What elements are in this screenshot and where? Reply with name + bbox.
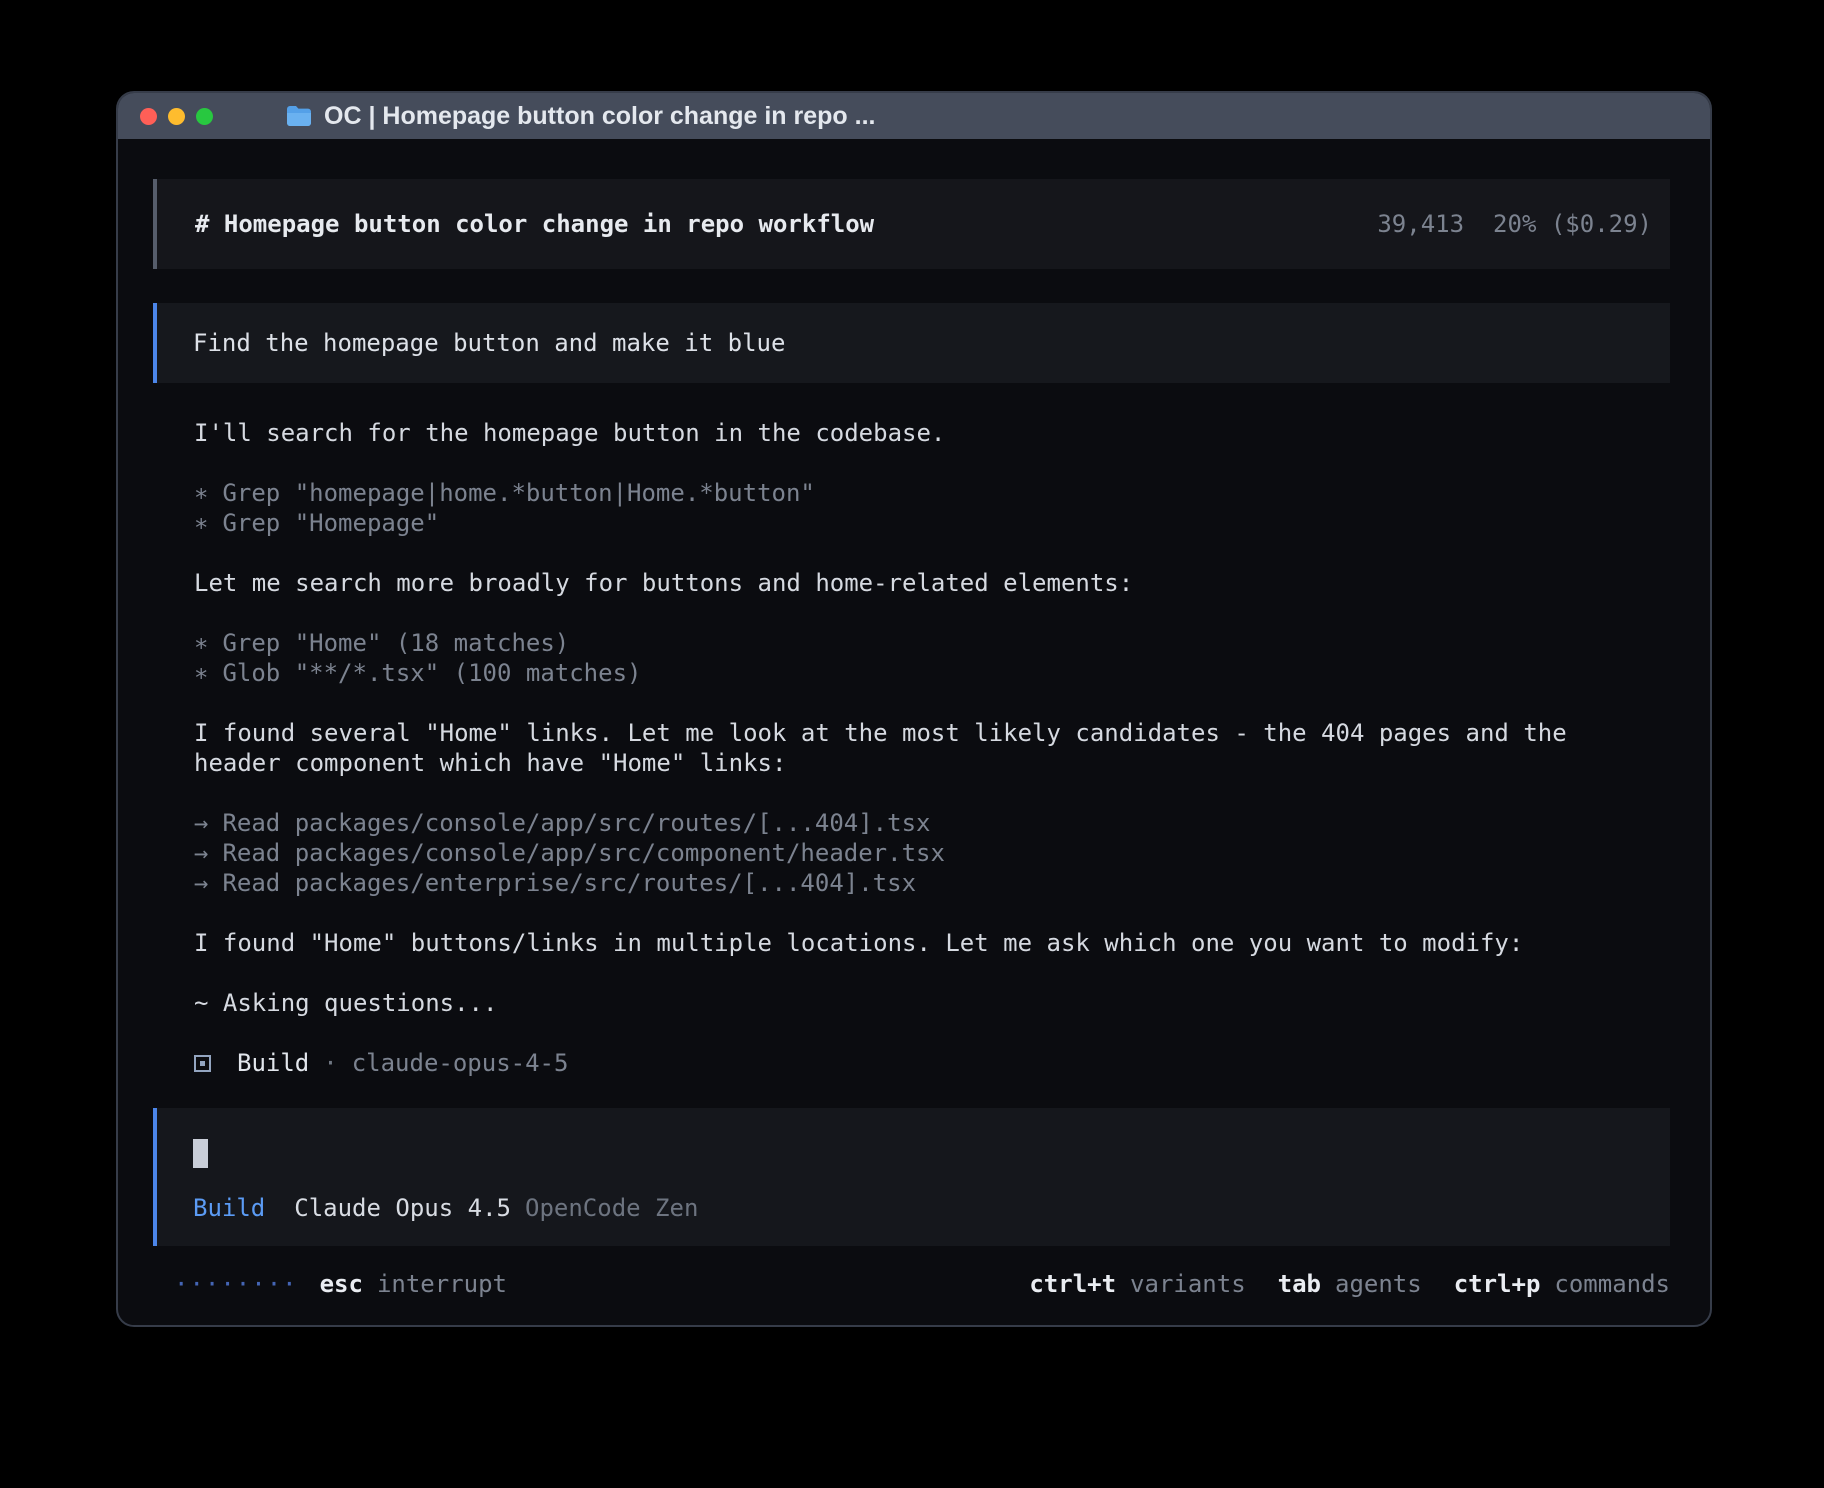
input-meta-row: Build Claude Opus 4.5 OpenCode Zen bbox=[193, 1193, 1634, 1223]
token-count: 39,413 bbox=[1377, 210, 1464, 238]
read-arrow-icon: → bbox=[194, 839, 208, 867]
agent-mode-label: Build bbox=[193, 1194, 265, 1222]
shortcut-label: agents bbox=[1335, 1270, 1422, 1298]
esc-key-label: interrupt bbox=[377, 1270, 507, 1298]
tool-call: ∗ Grep "homepage|home.*button|Home.*butto… bbox=[194, 478, 1634, 508]
session-header: # Homepage button color change in repo w… bbox=[153, 179, 1670, 269]
terminal-window: OC | Homepage button color change in rep… bbox=[116, 91, 1712, 1327]
tool-call: → Read packages/console/app/src/component… bbox=[194, 838, 1634, 868]
assistant-paragraph: I found several "Home" links. Let me loo… bbox=[194, 718, 1634, 778]
tool-call: ∗ Glob "**/*.tsx" (100 matches) bbox=[194, 658, 1634, 688]
read-arrow-icon: → bbox=[194, 809, 208, 837]
assistant-paragraph: I'll search for the homepage button in t… bbox=[194, 418, 1634, 448]
assistant-paragraph: I found "Home" buttons/links in multiple… bbox=[194, 928, 1634, 958]
status-bar: ········ esc interrupt ctrl+t variants t… bbox=[174, 1269, 1670, 1299]
separator-dot: · bbox=[323, 1048, 337, 1078]
model-label: Claude Opus 4.5 bbox=[294, 1194, 511, 1222]
shortcut-variants: ctrl+t variants bbox=[1029, 1270, 1245, 1298]
shortcut-agents: tab agents bbox=[1278, 1270, 1422, 1298]
progress-dots: ········ bbox=[174, 1270, 298, 1298]
text-cursor bbox=[193, 1139, 208, 1168]
tool-call-text: Read packages/console/app/src/component/… bbox=[222, 839, 944, 867]
model-name: claude-opus-4-5 bbox=[352, 1048, 569, 1078]
conversation: I'll search for the homepage button in t… bbox=[194, 418, 1634, 1078]
tool-call: ∗ Grep "Home" (18 matches) bbox=[194, 628, 1634, 658]
tool-call-text: Read packages/console/app/src/routes/[..… bbox=[222, 809, 930, 837]
shortcut-hints: ctrl+t variants tab agents ctrl+p comman… bbox=[1029, 1270, 1670, 1298]
tool-asterisk-icon: ∗ bbox=[194, 659, 208, 687]
shortcut-key: tab bbox=[1278, 1270, 1321, 1298]
provider-label: OpenCode Zen bbox=[525, 1194, 698, 1222]
tool-call: → Read packages/enterprise/src/routes/[..… bbox=[194, 868, 1634, 898]
agent-square-icon bbox=[194, 1055, 211, 1072]
tool-call-text: Grep "Home" (18 matches) bbox=[222, 629, 569, 657]
minimize-button[interactable] bbox=[168, 108, 185, 125]
agent-name: Build bbox=[237, 1048, 309, 1078]
tool-call-group: → Read packages/console/app/src/routes/[.… bbox=[194, 808, 1634, 898]
shortcut-key: ctrl+t bbox=[1029, 1270, 1116, 1298]
user-message: Find the homepage button and make it blu… bbox=[153, 303, 1670, 383]
tool-call: ∗ Grep "Homepage" bbox=[194, 508, 1634, 538]
tool-call-text: Glob "**/*.tsx" (100 matches) bbox=[222, 659, 641, 687]
maximize-button[interactable] bbox=[196, 108, 213, 125]
folder-icon bbox=[286, 105, 312, 127]
agent-status-row: Build · claude-opus-4-5 bbox=[194, 1048, 1634, 1078]
window-title: OC | Homepage button color change in rep… bbox=[324, 102, 875, 131]
shortcut-label: variants bbox=[1130, 1270, 1246, 1298]
session-title: # Homepage button color change in repo w… bbox=[195, 210, 874, 238]
tool-call-group: ∗ Grep "homepage|home.*button|Home.*butto… bbox=[194, 478, 1634, 538]
esc-key-hint: esc bbox=[320, 1270, 363, 1298]
tool-asterisk-icon: ∗ bbox=[194, 509, 208, 537]
tool-call: → Read packages/console/app/src/routes/[.… bbox=[194, 808, 1634, 838]
user-message-text: Find the homepage button and make it blu… bbox=[193, 329, 785, 357]
window-titlebar[interactable]: OC | Homepage button color change in rep… bbox=[118, 93, 1710, 139]
prompt-input[interactable]: Build Claude Opus 4.5 OpenCode Zen bbox=[153, 1108, 1670, 1246]
context-usage: 20% ($0.29) bbox=[1493, 210, 1652, 238]
tool-call-text: Grep "Homepage" bbox=[222, 509, 439, 537]
close-button[interactable] bbox=[140, 108, 157, 125]
tool-asterisk-icon: ∗ bbox=[194, 629, 208, 657]
shortcut-key: ctrl+p bbox=[1454, 1270, 1541, 1298]
desktop: OC | Homepage button color change in rep… bbox=[0, 0, 1824, 1488]
tool-call-text: Grep "homepage|home.*button|Home.*button… bbox=[222, 479, 814, 507]
tool-call-text: Read packages/enterprise/src/routes/[...… bbox=[222, 869, 916, 897]
shortcut-commands: ctrl+p commands bbox=[1454, 1270, 1670, 1298]
tool-asterisk-icon: ∗ bbox=[194, 479, 208, 507]
asking-questions-status: ~ Asking questions... bbox=[194, 988, 1634, 1018]
shortcut-label: commands bbox=[1554, 1270, 1670, 1298]
read-arrow-icon: → bbox=[194, 869, 208, 897]
tool-call-group: ∗ Grep "Home" (18 matches) ∗ Glob "**/*.ts… bbox=[194, 628, 1634, 688]
assistant-paragraph: Let me search more broadly for buttons a… bbox=[194, 568, 1634, 598]
